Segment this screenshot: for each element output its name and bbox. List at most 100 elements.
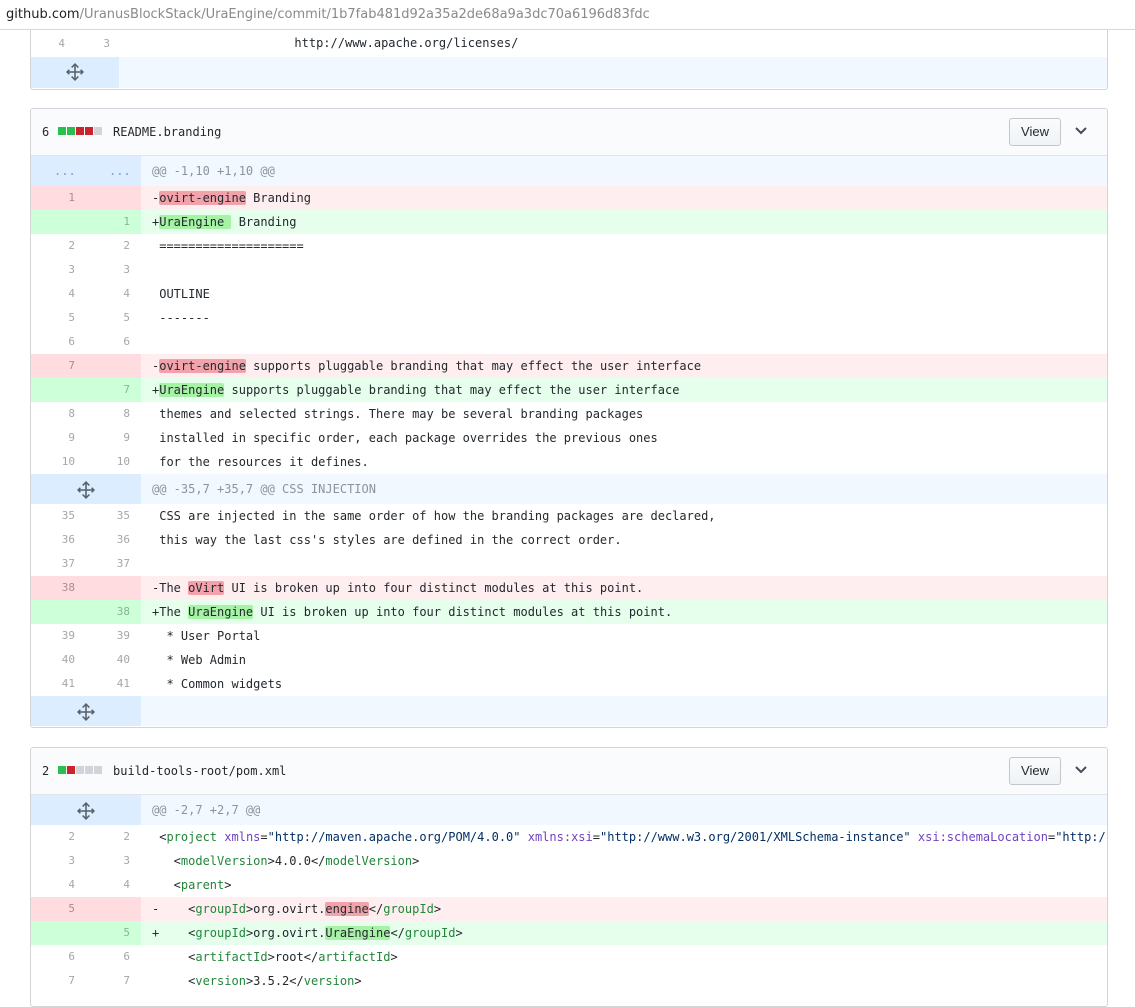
old-line-number[interactable]: 7 <box>31 354 75 378</box>
old-line-number[interactable] <box>31 210 75 234</box>
new-line-number[interactable]: 7 <box>86 378 130 402</box>
address-bar[interactable]: github.com/UranusBlockStack/UraEngine/co… <box>0 0 1135 30</box>
diff-line-code: ==================== <box>152 239 304 253</box>
expand-up-dots[interactable]: ... <box>109 156 131 186</box>
diff-line: 36 36 this way the last css's styles are … <box>31 528 1107 552</box>
new-line-number[interactable]: 5 <box>86 306 130 330</box>
new-line-number[interactable]: 2 <box>86 234 130 258</box>
old-line-number[interactable]: 3 <box>31 849 75 873</box>
view-file-button[interactable]: View <box>1009 757 1061 785</box>
old-line-number[interactable]: 40 <box>31 648 75 672</box>
diffstat-block <box>67 127 75 135</box>
new-line-number[interactable]: 10 <box>86 450 130 474</box>
new-line-number[interactable] <box>86 354 130 378</box>
new-line-number[interactable]: 4 <box>86 873 130 897</box>
old-line-number[interactable]: 4 <box>31 282 75 306</box>
old-line-number[interactable]: 4 <box>31 30 65 57</box>
diffstat-block <box>94 127 102 135</box>
new-line-number[interactable]: 2 <box>86 825 130 849</box>
old-line-number[interactable]: 37 <box>31 552 75 576</box>
unfold-icon[interactable] <box>66 63 84 81</box>
old-line-number[interactable] <box>31 921 75 945</box>
new-line-number[interactable]: 9 <box>86 426 130 450</box>
chevron-down-icon[interactable] <box>1073 123 1089 139</box>
file-name[interactable]: build-tools-root/pom.xml <box>113 764 286 778</box>
syntax-token: xsi:schemaLocation <box>917 830 1048 844</box>
old-line-number[interactable]: 1 <box>31 186 75 210</box>
syntax-token: parent <box>180 878 225 892</box>
old-line-number[interactable]: 39 <box>31 624 75 648</box>
unfold-icon[interactable] <box>77 481 95 499</box>
diff-line-code: -ovirt-engine supports pluggable brandin… <box>152 359 702 373</box>
hunk-header-text: @@ -1,10 +1,10 @@ <box>152 164 275 178</box>
old-line-number[interactable]: 2 <box>31 825 75 849</box>
unfold-icon[interactable] <box>77 802 95 820</box>
old-line-number[interactable]: 5 <box>31 897 75 921</box>
diff-lines: 35 35 CSS are injected in the same order … <box>31 504 1107 696</box>
diff-line-code: <parent> <box>152 878 232 892</box>
diff-line-code: ------- <box>152 311 210 325</box>
file-name[interactable]: README.branding <box>113 125 221 139</box>
hunk-header: @@ -35,7 +35,7 @@ CSS INJECTION <box>31 474 1107 504</box>
new-line-number[interactable]: 7 <box>86 969 130 993</box>
diffstat-block <box>85 127 93 135</box>
new-line-number[interactable]: 37 <box>86 552 130 576</box>
old-line-number[interactable]: 3 <box>31 258 75 282</box>
new-line-number[interactable]: 1 <box>86 210 130 234</box>
new-line-number[interactable]: 3 <box>86 258 130 282</box>
new-line-number[interactable]: 39 <box>86 624 130 648</box>
new-line-number[interactable] <box>86 897 130 921</box>
syntax-token: groupId <box>195 902 246 916</box>
old-line-number[interactable]: 9 <box>31 426 75 450</box>
unfold-icon[interactable] <box>77 703 95 721</box>
diff-line: 38 -The oVirt UI is broken up into four d… <box>31 576 1107 600</box>
syntax-token: project <box>166 830 218 844</box>
old-line-number[interactable]: 7 <box>31 969 75 993</box>
old-line-number[interactable] <box>31 600 75 624</box>
diff-line-code: + <groupId>org.ovirt.UraEngine</groupId> <box>152 926 463 940</box>
new-line-number[interactable]: 36 <box>86 528 130 552</box>
syntax-token: modelVersion <box>180 854 268 868</box>
new-line-number[interactable]: 8 <box>86 402 130 426</box>
diff-line-code: -ovirt-engine Branding <box>152 191 311 205</box>
old-line-number[interactable]: 10 <box>31 450 75 474</box>
diff-line-code <box>152 330 1107 354</box>
diff-line-code: * Web Admin <box>152 653 246 667</box>
new-line-number[interactable]: 3 <box>66 30 110 57</box>
chevron-down-icon[interactable] <box>1073 762 1089 778</box>
new-line-number[interactable] <box>86 186 130 210</box>
old-line-number[interactable]: 2 <box>31 234 75 258</box>
diff-line-code: <version>3.5.2</version> <box>152 974 362 988</box>
diff-line: 88 themes and selected strings. There ma… <box>31 402 1107 426</box>
old-line-number[interactable]: 8 <box>31 402 75 426</box>
new-line-number[interactable]: 6 <box>86 330 130 354</box>
diff-line: 22 <project xmlns="http://maven.apache.o… <box>31 825 1107 849</box>
new-line-number[interactable]: 35 <box>86 504 130 528</box>
diff-line: 66 <artifactId>root</artifactId> <box>31 945 1107 969</box>
diff-lines: 1 -ovirt-engine Branding 1 +UraEngine Brand… <box>31 186 1107 474</box>
diff-line: 66 <box>31 330 1107 354</box>
old-line-number[interactable]: 4 <box>31 873 75 897</box>
new-line-number[interactable]: 4 <box>86 282 130 306</box>
new-line-number[interactable] <box>86 576 130 600</box>
old-line-number[interactable]: 36 <box>31 528 75 552</box>
new-line-number[interactable]: 3 <box>86 849 130 873</box>
syntax-token: groupId <box>404 926 456 940</box>
old-line-number[interactable]: 35 <box>31 504 75 528</box>
new-line-number[interactable]: 41 <box>86 672 130 696</box>
old-line-number[interactable]: 41 <box>31 672 75 696</box>
old-line-number[interactable]: 6 <box>31 330 75 354</box>
new-line-number[interactable]: 6 <box>86 945 130 969</box>
old-line-number[interactable]: 38 <box>31 576 75 600</box>
old-line-number[interactable]: 5 <box>31 306 75 330</box>
syntax-token: "http://www.w3.org/2001/XMLSchema-instan… <box>600 830 911 844</box>
new-line-number[interactable]: 40 <box>86 648 130 672</box>
new-line-number[interactable]: 38 <box>86 600 130 624</box>
old-line-number[interactable] <box>31 378 75 402</box>
expand-up-dots[interactable]: ... <box>54 156 76 186</box>
new-line-number[interactable]: 5 <box>86 921 130 945</box>
old-line-number[interactable]: 6 <box>31 945 75 969</box>
diff-line-code: - <groupId>org.ovirt.engine</groupId> <box>152 902 442 916</box>
expand-row <box>31 57 1107 88</box>
view-file-button[interactable]: View <box>1009 118 1061 146</box>
